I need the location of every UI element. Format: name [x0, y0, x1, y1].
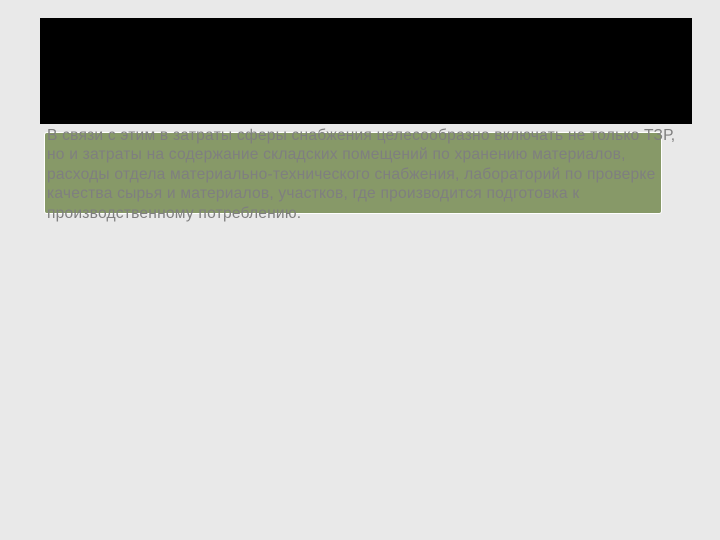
slide: В связи с этим в затраты сферы снабжения… — [0, 0, 720, 540]
body-text: В связи с этим в затраты сферы снабжения… — [47, 126, 683, 223]
title-band — [40, 18, 692, 124]
